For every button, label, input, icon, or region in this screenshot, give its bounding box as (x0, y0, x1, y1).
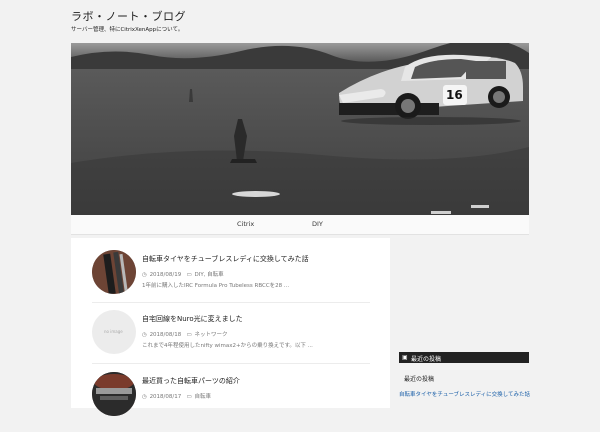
post-thumbnail[interactable] (92, 250, 136, 294)
post-divider (92, 302, 370, 303)
main-nav: Citrix DIY (71, 215, 529, 235)
list-item: 自転車タイヤをチューブレスレディに交換してみた話 ◷ 2018/08/19 ▭ … (71, 248, 390, 308)
bike-parts-image (92, 372, 136, 416)
post-list: 自転車タイヤをチューブレスレディに交換してみた話 ◷ 2018/08/19 ▭ … (71, 238, 390, 416)
list-item: no image 自宅回線をNuro光に変えました ◷ 2018/08/18 ▭… (71, 310, 390, 370)
post-title[interactable]: 自転車タイヤをチューブレスレディに交換してみた話 (142, 254, 309, 264)
post-meta: ◷ 2018/08/17 ▭ 自転車 (142, 392, 211, 400)
post-excerpt: 1年前に購入したIRC Formula Pro Tubeless RBCCを28… (142, 283, 290, 289)
clock-icon: ◷ (142, 332, 147, 338)
post-meta: ◷ 2018/08/19 ▭ DIY, 自転車 (142, 270, 224, 278)
recent-posts-widget-header: ▣ 最近の投稿 (399, 352, 529, 363)
post-date: 2018/08/18 (149, 332, 182, 338)
post-meta: ◷ 2018/08/18 ▭ ネットワーク (142, 330, 227, 338)
hero-image: 16 (71, 43, 529, 215)
bike-tire-image (92, 250, 136, 294)
post-date: 2018/08/19 (149, 272, 182, 278)
site-title[interactable]: ラボ・ノート・ブログ (71, 8, 186, 24)
site-description: サーバー管理、特にCitrixXenAppについて。 (71, 27, 184, 33)
nav-item-diy[interactable]: DIY (312, 220, 323, 228)
post-categories[interactable]: 自転車 (194, 394, 211, 400)
widget-subtitle: 最近の投稿 (404, 376, 435, 383)
car-number-decal: 16 (446, 88, 463, 102)
post-categories[interactable]: DIY, 自転車 (194, 272, 223, 278)
post-divider (92, 363, 370, 364)
list-item: 最近買った自転車パーツの紹介 ◷ 2018/08/17 ▭ 自転車 (71, 372, 390, 432)
post-excerpt: これまで4年程使用したnifty wimax2+からの乗り換えです。以下 ... (142, 343, 313, 349)
post-thumbnail[interactable]: no image (92, 310, 136, 354)
post-date: 2018/08/17 (149, 394, 182, 400)
post-title[interactable]: 最近買った自転車パーツの紹介 (142, 376, 240, 386)
no-image-label: no image (104, 329, 123, 334)
folder-icon: ▭ (186, 394, 192, 400)
clock-icon: ◷ (142, 272, 147, 278)
post-title[interactable]: 自宅回線をNuro光に変えました (142, 314, 243, 324)
rss-icon: ▣ (402, 354, 408, 361)
nav-item-citrix[interactable]: Citrix (237, 220, 254, 228)
widget-title: 最近の投稿 (411, 356, 442, 363)
folder-icon: ▭ (186, 332, 192, 338)
recent-post-link[interactable]: 自転車タイヤをチューブレスレディに交換してみた話 (399, 390, 530, 398)
clock-icon: ◷ (142, 394, 147, 400)
post-thumbnail[interactable] (92, 372, 136, 416)
post-categories[interactable]: ネットワーク (194, 332, 227, 338)
hero-photo: 16 (71, 43, 529, 215)
folder-icon: ▭ (186, 272, 192, 278)
